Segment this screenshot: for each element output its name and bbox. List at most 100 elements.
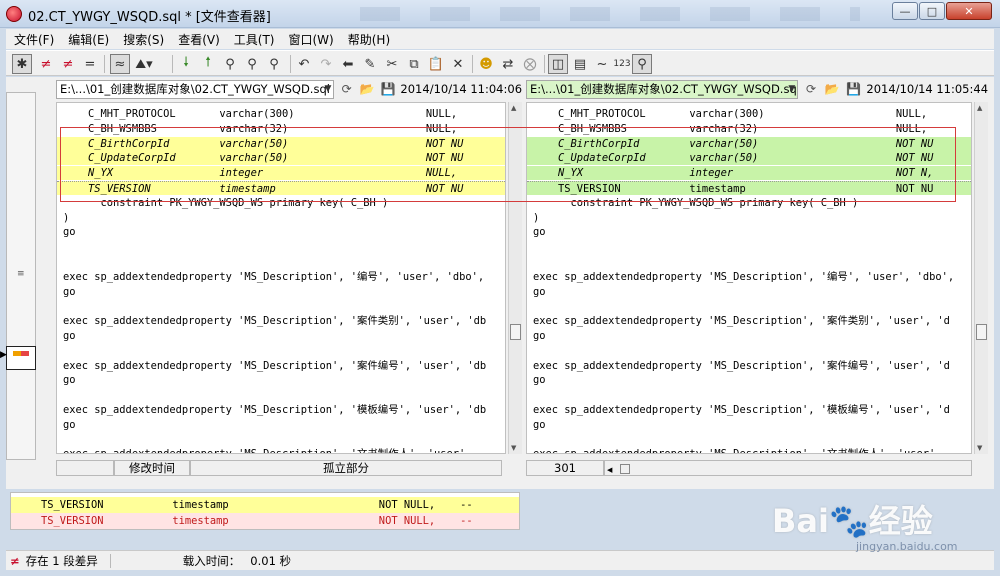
- code-line: C_UpdateCorpId varchar(50) NOT NU: [57, 151, 505, 166]
- code-line: exec sp_addextendedproperty 'MS_Descript…: [63, 404, 487, 416]
- approx-icon[interactable]: ≈: [110, 54, 130, 74]
- star-icon[interactable]: ✱: [12, 54, 32, 74]
- code-line: C_MHT_PROTOCOL varchar(300) NULL,: [533, 108, 928, 120]
- binoculars-prev-icon[interactable]: ⚲: [264, 54, 284, 74]
- maximize-button[interactable]: □: [919, 2, 945, 20]
- code-line: go: [533, 374, 546, 387]
- scroll-thumb[interactable]: [976, 324, 987, 340]
- left-code-area[interactable]: C_MHT_PROTOCOL varchar(300) NULL, C_BH_W…: [56, 102, 506, 454]
- menu-window[interactable]: 窗口(W): [289, 31, 334, 48]
- scroll-up-icon[interactable]: ▲: [977, 104, 982, 112]
- left-status-blank: [56, 460, 114, 476]
- delete-icon[interactable]: ✕: [448, 54, 468, 74]
- code-line: exec sp_addextendedproperty 'MS_Descript…: [533, 404, 950, 416]
- right-file-date: 2014/10/14 11:05:44: [866, 82, 989, 96]
- menu-help[interactable]: 帮助(H): [348, 31, 390, 48]
- menu-tools[interactable]: 工具(T): [234, 31, 275, 48]
- overview-diff-mark-right: [21, 351, 29, 356]
- close-button[interactable]: ✕: [946, 2, 992, 20]
- right-code-area[interactable]: C_MHT_PROTOCOL varchar(300) NULL, C_BH_W…: [526, 102, 972, 454]
- equal-icon[interactable]: =: [80, 54, 100, 74]
- pane-horizontal-icon[interactable]: ▤: [570, 54, 590, 74]
- refresh-icon[interactable]: ⟳: [338, 80, 355, 98]
- scroll-left-icon[interactable]: ◀: [607, 466, 612, 474]
- open-folder-icon[interactable]: 📂: [359, 80, 376, 98]
- undo-icon[interactable]: ↶: [294, 54, 314, 74]
- overview-viewport-marker[interactable]: [6, 346, 36, 370]
- pencil-icon[interactable]: ✎: [360, 54, 380, 74]
- face-icon[interactable]: ☻: [476, 54, 496, 74]
- overview-grip-icon[interactable]: ≡: [17, 269, 25, 279]
- copy-icon[interactable]: ⧉: [404, 54, 424, 74]
- minimize-button[interactable]: —: [892, 2, 918, 20]
- arrow-up-icon[interactable]: 🠕: [198, 54, 218, 74]
- code-line: C_MHT_PROTOCOL varchar(300) NULL,: [63, 108, 458, 120]
- open-folder-icon[interactable]: 📂: [824, 80, 841, 98]
- status-bar: ≠ 存在 1 段差异 载入时间： 0.01 秒: [6, 550, 994, 570]
- code-line: go: [533, 418, 546, 431]
- left-vertical-scrollbar[interactable]: ▲ ▼: [508, 102, 522, 454]
- left-path-field[interactable]: E:\...\01_创建数据库对象\02.CT_YWGY_WSQD.sql ▼: [56, 79, 335, 99]
- scroll-thumb[interactable]: [620, 463, 631, 474]
- left-pane: E:\...\01_创建数据库对象\02.CT_YWGY_WSQD.sql ▼ …: [38, 78, 522, 478]
- load-time-label: 载入时间：: [182, 553, 241, 568]
- diff-overview[interactable]: ≡: [6, 92, 36, 460]
- code-line: C_BirthCorpId varchar(50) NOT NU: [527, 136, 971, 151]
- code-line: exec sp_addextendedproperty 'MS_Descript…: [533, 359, 950, 372]
- load-time-value: 0.01 秒: [250, 553, 292, 568]
- right-pane: E:\...\01_创建数据库对象\02.CT_YWGY_WSQD.sql ▼ …: [526, 78, 988, 478]
- filter-icon[interactable]: ⛰▾: [134, 54, 154, 74]
- not-equal-icon[interactable]: ≠: [36, 54, 56, 74]
- code-line: TS_VERSION timestamp NOT NU: [527, 181, 971, 195]
- arrow-down-icon[interactable]: 🠗: [176, 54, 196, 74]
- code-line: go: [63, 374, 76, 387]
- watermark-brand: Bai🐾经验: [772, 502, 933, 540]
- save-icon[interactable]: 💾: [845, 80, 862, 98]
- binoculars-next-icon[interactable]: ⚲: [242, 54, 262, 74]
- pane-split-icon[interactable]: ◫: [548, 54, 568, 74]
- scroll-up-icon[interactable]: ▲: [511, 104, 516, 112]
- right-horizontal-scrollbar[interactable]: ◀: [604, 460, 972, 476]
- code-line: C_UpdateCorpId varchar(50) NOT NU: [527, 151, 971, 166]
- paste-icon[interactable]: 📋: [426, 54, 446, 74]
- redo-icon[interactable]: ↷: [316, 54, 336, 74]
- menu-file[interactable]: 文件(F): [14, 31, 54, 48]
- chevron-down-icon[interactable]: ▼: [324, 84, 331, 94]
- left-gutter: [38, 102, 54, 472]
- refresh-icon[interactable]: ⟳: [802, 80, 819, 98]
- right-path-text: E:\...\01_创建数据库对象\02.CT_YWGY_WSQD.sql: [530, 82, 799, 96]
- left-status-row: 修改时间 孤立部分: [56, 460, 502, 476]
- tilde-icon[interactable]: ~: [592, 54, 612, 74]
- code-line: exec sp_addextendedproperty 'MS_Descript…: [63, 315, 487, 328]
- scroll-down-icon[interactable]: ▼: [977, 444, 982, 452]
- number-icon[interactable]: 123: [612, 54, 632, 74]
- scroll-thumb[interactable]: [510, 324, 521, 340]
- binoculars-icon[interactable]: ⚲: [220, 54, 240, 74]
- swap-icon[interactable]: ⇄: [498, 54, 518, 74]
- menu-search[interactable]: 搜索(S): [123, 31, 164, 48]
- right-vertical-scrollbar[interactable]: ▲ ▼: [974, 102, 988, 454]
- right-path-field[interactable]: E:\...\01_创建数据库对象\02.CT_YWGY_WSQD.sql ▼: [526, 79, 799, 99]
- toolbar-separator: [544, 55, 545, 73]
- menu-edit[interactable]: 编辑(E): [68, 31, 109, 48]
- save-icon[interactable]: 💾: [380, 80, 397, 98]
- not-equal-icon: ≠: [10, 553, 20, 568]
- chevron-down-icon[interactable]: ▼: [788, 84, 795, 94]
- arrow-left-icon[interactable]: ⬅: [338, 54, 358, 74]
- scissors-icon[interactable]: ✂: [382, 54, 402, 74]
- code-line: exec sp_addextendedproperty 'MS_Descript…: [533, 315, 950, 328]
- scroll-down-icon[interactable]: ▼: [511, 444, 516, 452]
- not-equal-all-icon[interactable]: ≠: [58, 54, 78, 74]
- stop-icon[interactable]: ⨂: [520, 54, 540, 74]
- search-icon[interactable]: ⚲: [632, 54, 652, 74]
- right-status-line: 301: [526, 460, 604, 476]
- menu-view[interactable]: 查看(V): [178, 31, 220, 48]
- code-line: ): [63, 211, 70, 224]
- left-path-text: E:\...\01_创建数据库对象\02.CT_YWGY_WSQD.sql: [60, 82, 330, 96]
